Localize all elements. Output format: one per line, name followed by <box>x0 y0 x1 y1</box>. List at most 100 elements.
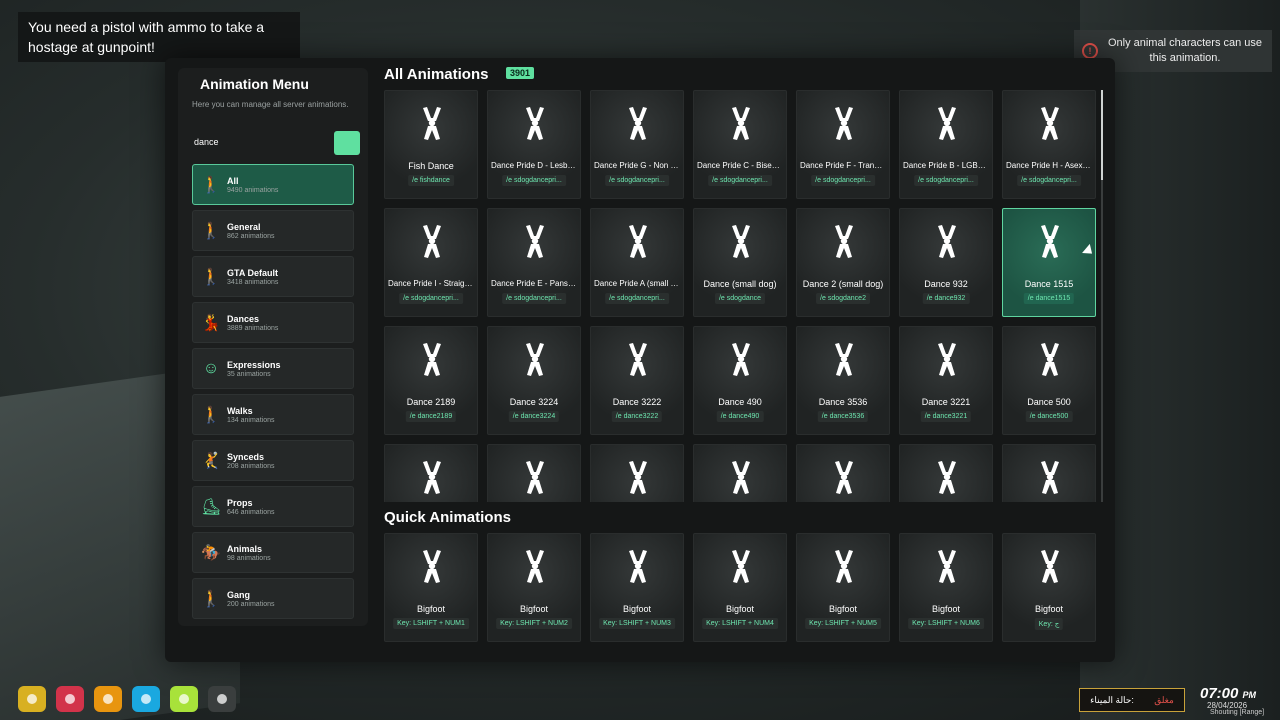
animation-tile[interactable]: Bigfoot Key: LSHIFT + NUM3 <box>590 533 684 642</box>
category-props[interactable]: ⛸ Props 646 animations <box>192 486 354 527</box>
scrollbar-thumb[interactable] <box>1101 90 1103 180</box>
animation-name: Dance 2189 <box>406 397 456 407</box>
animation-tile[interactable]: Dance (small dog) /e sdogdance <box>693 208 787 317</box>
clock-ampm: PM <box>1242 690 1257 700</box>
animation-tile[interactable] <box>384 444 478 502</box>
dancer-icon <box>419 341 445 377</box>
animation-tile[interactable] <box>487 444 581 502</box>
category-general[interactable]: 🚶 General 862 animations <box>192 210 354 251</box>
quick-animations-grid: Bigfoot Key: LSHIFT + NUM1 Bigfoot Key: LSH… <box>384 533 1096 642</box>
animation-name: Dance Pride F - Transgend... <box>800 161 886 170</box>
dancer-icon <box>1037 459 1063 495</box>
animation-tile[interactable]: Bigfoot Key: LSHIFT + NUM2 <box>487 533 581 642</box>
dancer-icon <box>728 548 754 584</box>
animation-command: /e dance500 <box>1025 411 1073 422</box>
person-walking-icon: 🚶 <box>201 406 221 424</box>
category-name: Expressions <box>227 359 281 370</box>
dancer-icon <box>934 548 960 584</box>
animation-tile[interactable]: Dance 490/e dance490 <box>693 326 787 435</box>
search-input[interactable] <box>194 131 334 153</box>
sidebar: Animation Menu Here you can manage all s… <box>178 68 368 626</box>
category-name: General <box>227 221 261 232</box>
animation-name: Dance 3221 <box>921 397 971 407</box>
category-synceds[interactable]: 🤾 Synceds 208 animations <box>192 440 354 481</box>
category-name: Walks <box>227 405 253 416</box>
animation-tile[interactable]: Dance 3224/e dance3224 <box>487 326 581 435</box>
animation-tile[interactable]: Dance 3536/e dance3536 <box>796 326 890 435</box>
port-status-value: مغلق <box>1154 694 1174 705</box>
animation-tile[interactable] <box>899 444 993 502</box>
animation-tile[interactable]: Dance Pride E - Pansexual... /e sdogdance… <box>487 208 581 317</box>
person-dancing-icon: 💃 <box>201 314 221 332</box>
notification-toast: You need a pistol with ammo to take a ho… <box>18 12 300 62</box>
dancer-icon <box>625 341 651 377</box>
dancer-icon <box>522 341 548 377</box>
person-standing-icon: 🚶 <box>201 222 221 240</box>
grid-scrollbar[interactable] <box>1101 90 1103 502</box>
animation-tile[interactable]: Dance 932/e dance932 <box>899 208 993 317</box>
category-gta-default[interactable]: 🚶 GTA Default 3418 animations <box>192 256 354 297</box>
animation-tile[interactable]: Dance Pride A (small dog) /e sdogdancepri… <box>590 208 684 317</box>
animation-tile[interactable]: Fish Dance/e fishdance <box>384 90 478 199</box>
animation-tile[interactable]: Bigfoot Key: LSHIFT + NUM1 <box>384 533 478 642</box>
animation-tile[interactable]: Dance Pride G - Non Binar... /e sdogdance… <box>590 90 684 199</box>
dancer-icon <box>625 223 651 259</box>
dancer-icon <box>522 548 548 584</box>
animation-name: Dance Pride H - Asexual (... <box>1006 161 1092 170</box>
animation-tile[interactable]: Dance 500/e dance500 <box>1002 326 1096 435</box>
animation-tile[interactable]: Dance 1515/e dance1515 <box>1002 208 1096 317</box>
category-count: 134 animations <box>227 416 275 424</box>
animation-command: /e sdogdancepri... <box>502 293 566 304</box>
animation-tile[interactable]: Bigfoot Key: ج <box>1002 533 1096 642</box>
dancer-icon <box>831 105 857 141</box>
search-button[interactable] <box>334 131 360 155</box>
animation-tile[interactable]: Dance Pride D - Lesbian (... /e sdogdance… <box>487 90 581 199</box>
category-walks[interactable]: 🚶 Walks 134 animations <box>192 394 354 435</box>
animation-tile[interactable]: Dance Pride I - Straight ... /e sdogdance… <box>384 208 478 317</box>
animation-name: Bigfoot <box>1034 604 1064 614</box>
category-dances[interactable]: 💃 Dances 3889 animations <box>192 302 354 343</box>
dancer-icon <box>831 223 857 259</box>
indicator-icon <box>27 694 37 704</box>
animation-command: /e dance932 <box>922 293 970 304</box>
animation-tile[interactable] <box>796 444 890 502</box>
animation-tile[interactable]: Bigfoot Key: LSHIFT + NUM5 <box>796 533 890 642</box>
animation-tile[interactable]: Bigfoot Key: LSHIFT + NUM6 <box>899 533 993 642</box>
animation-tile[interactable] <box>693 444 787 502</box>
menu-title: Animation Menu <box>200 76 309 92</box>
animation-command: /e dance3536 <box>817 411 869 422</box>
animation-tile[interactable]: Dance Pride H - Asexual (... /e sdogdance… <box>1002 90 1096 199</box>
animation-tile[interactable]: Dance Pride C - Bisexual ... /e sdogdance… <box>693 90 787 199</box>
animation-command: Key: LSHIFT + NUM4 <box>702 618 778 629</box>
animation-command: Key: LSHIFT + NUM3 <box>599 618 675 629</box>
category-expressions[interactable]: ☺ Expressions 35 animations <box>192 348 354 389</box>
dancer-icon <box>831 548 857 584</box>
port-status: حالة الميناء: مغلق <box>1079 688 1185 712</box>
horse-rider-icon: 🏇 <box>201 544 221 562</box>
category-animals[interactable]: 🏇 Animals 98 animations <box>192 532 354 573</box>
category-gang[interactable]: 🚶 Gang 200 animations <box>192 578 354 619</box>
animation-tile[interactable]: Dance 3221/e dance3221 <box>899 326 993 435</box>
category-all[interactable]: 🚶 All 9490 animations <box>192 164 354 205</box>
animation-tile[interactable]: Dance Pride B - LGBTQIA (... /e sdogdance… <box>899 90 993 199</box>
port-status-label: حالة الميناء: <box>1090 694 1134 705</box>
dancer-icon <box>419 105 445 141</box>
animation-name: Dance Pride A (small dog) <box>594 279 680 288</box>
animation-command: Key: LSHIFT + NUM5 <box>805 618 881 629</box>
animation-tile[interactable]: Dance 2 (small dog) /e sdogdance2 <box>796 208 890 317</box>
animation-command: /e sdogdancepri... <box>399 293 463 304</box>
animation-tile[interactable] <box>590 444 684 502</box>
animation-name: Dance Pride B - LGBTQIA (... <box>903 161 989 170</box>
animation-command: /e sdogdance <box>714 293 766 304</box>
animation-name: Dance 500 <box>1027 397 1071 407</box>
animation-name: Dance Pride E - Pansexual... <box>491 279 577 288</box>
animation-tile[interactable]: Dance Pride F - Transgend... /e sdogdance… <box>796 90 890 199</box>
animation-name: Dance Pride I - Straight ... <box>388 279 474 288</box>
quick-animations-title: Quick Animations <box>384 509 511 526</box>
animation-tile[interactable]: Bigfoot Key: LSHIFT + NUM4 <box>693 533 787 642</box>
animation-tile[interactable]: Dance 3222/e dance3222 <box>590 326 684 435</box>
dancer-icon <box>522 105 548 141</box>
animation-tile[interactable] <box>1002 444 1096 502</box>
animation-command: /e sdogdancepri... <box>708 175 772 186</box>
animation-tile[interactable]: Dance 2189/e dance2189 <box>384 326 478 435</box>
